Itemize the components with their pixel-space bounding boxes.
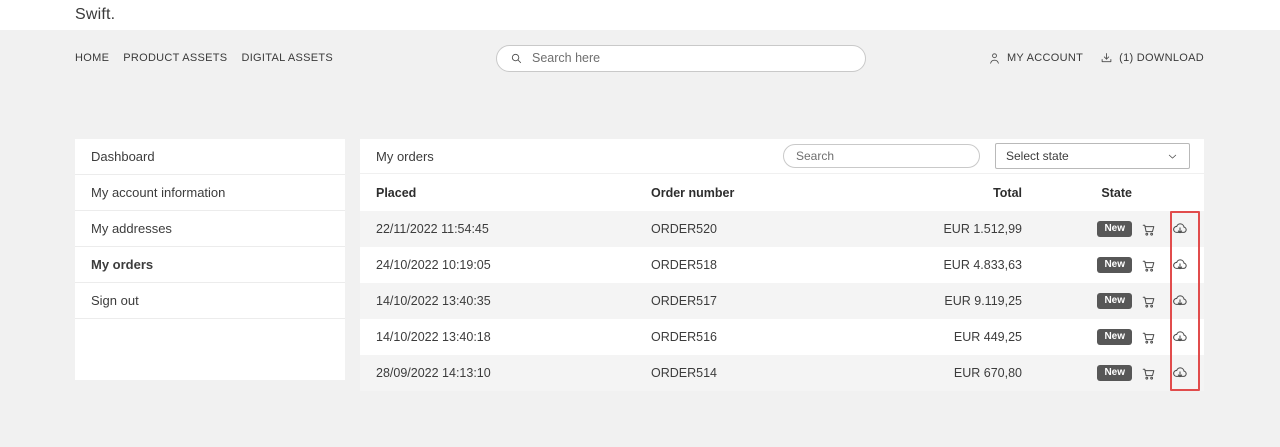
nav-search-area [375, 45, 987, 72]
nav-item-digital-assets[interactable]: DIGITAL ASSETS [241, 52, 333, 64]
order-total-cell: EUR 670,80 [910, 366, 1022, 380]
sidebar-item-label: My addresses [91, 221, 172, 236]
cloud-download-button[interactable] [1164, 220, 1196, 238]
column-header-order-number: Order number [651, 186, 910, 200]
order-number-cell: ORDER514 [651, 366, 910, 380]
content-area: Dashboard My account information My addr… [75, 139, 1280, 391]
orders-panel: My orders Select state Placed Order numb… [360, 139, 1204, 391]
orders-search-input[interactable] [796, 149, 967, 163]
order-placed-cell: 22/11/2022 11:54:45 [376, 222, 651, 236]
top-strip: Swift. [0, 0, 1280, 30]
cloud-download-button[interactable] [1164, 328, 1196, 346]
user-icon [987, 51, 1002, 66]
order-table-row: 28/09/2022 14:13:10 ORDER514 EUR 670,80 … [360, 355, 1204, 391]
reorder-cart-button[interactable] [1132, 293, 1164, 310]
order-total-cell: EUR 9.119,25 [910, 294, 1022, 308]
reorder-cart-button[interactable] [1132, 257, 1164, 274]
status-badge: New [1097, 365, 1132, 381]
cloud-download-button[interactable] [1164, 256, 1196, 274]
column-header-total: Total [910, 186, 1022, 200]
sidebar-item-label: My orders [91, 257, 153, 272]
reorder-cart-button[interactable] [1132, 329, 1164, 346]
global-search[interactable] [496, 45, 866, 72]
global-search-input[interactable] [532, 51, 853, 65]
sidebar-item-my-addresses[interactable]: My addresses [75, 211, 345, 247]
account-sidebar: Dashboard My account information My addr… [75, 139, 345, 380]
download-basket-button[interactable]: (1) DOWNLOAD [1099, 51, 1204, 66]
order-table-row: 14/10/2022 13:40:35 ORDER517 EUR 9.119,2… [360, 283, 1204, 319]
order-placed-cell: 24/10/2022 10:19:05 [376, 258, 651, 272]
status-badge: New [1097, 329, 1132, 345]
orders-table-header: Placed Order number Total State [360, 174, 1204, 211]
main-nav: HOME PRODUCT ASSETS DIGITAL ASSETS [75, 52, 375, 64]
cloud-download-button[interactable] [1164, 292, 1196, 310]
sidebar-item-my-account-information[interactable]: My account information [75, 175, 345, 211]
order-number-cell: ORDER517 [651, 294, 910, 308]
sidebar-item-dashboard[interactable]: Dashboard [75, 139, 345, 175]
order-number-cell: ORDER520 [651, 222, 910, 236]
download-count-label: (1) DOWNLOAD [1119, 52, 1204, 64]
brand-logo[interactable]: Swift. [75, 6, 115, 24]
sidebar-item-sign-out[interactable]: Sign out [75, 283, 345, 319]
order-state-cell: New [1022, 365, 1132, 381]
nav-item-home[interactable]: HOME [75, 52, 109, 64]
order-state-cell: New [1022, 329, 1132, 345]
order-table-row: 24/10/2022 10:19:05 ORDER518 EUR 4.833,6… [360, 247, 1204, 283]
order-state-cell: New [1022, 257, 1132, 273]
order-placed-cell: 14/10/2022 13:40:35 [376, 294, 651, 308]
my-account-label: MY ACCOUNT [1007, 52, 1083, 64]
navbar: HOME PRODUCT ASSETS DIGITAL ASSETS MY AC… [0, 30, 1280, 86]
cloud-download-button[interactable] [1164, 364, 1196, 382]
order-state-cell: New [1022, 293, 1132, 309]
order-state-cell: New [1022, 221, 1132, 237]
orders-table-body: 22/11/2022 11:54:45 ORDER520 EUR 1.512,9… [360, 211, 1204, 391]
column-header-state: State [1022, 186, 1132, 200]
download-icon [1099, 51, 1114, 66]
nav-actions: MY ACCOUNT (1) DOWNLOAD [987, 51, 1204, 66]
my-account-button[interactable]: MY ACCOUNT [987, 51, 1083, 66]
orders-panel-header: My orders Select state [360, 139, 1204, 174]
order-placed-cell: 14/10/2022 13:40:18 [376, 330, 651, 344]
status-badge: New [1097, 293, 1132, 309]
sidebar-item-label: Dashboard [91, 149, 155, 164]
orders-search[interactable] [783, 144, 980, 168]
state-filter-value: Select state [1006, 149, 1069, 163]
order-total-cell: EUR 4.833,63 [910, 258, 1022, 272]
reorder-cart-button[interactable] [1132, 365, 1164, 382]
nav-item-product-assets[interactable]: PRODUCT ASSETS [123, 52, 227, 64]
orders-title: My orders [376, 149, 434, 164]
chevron-down-icon [1166, 150, 1179, 163]
order-number-cell: ORDER516 [651, 330, 910, 344]
sidebar-item-label: My account information [91, 185, 225, 200]
sidebar-item-my-orders[interactable]: My orders [75, 247, 345, 283]
search-icon [509, 51, 524, 66]
status-badge: New [1097, 257, 1132, 273]
state-filter-select[interactable]: Select state [995, 143, 1190, 169]
order-number-cell: ORDER518 [651, 258, 910, 272]
sidebar-item-label: Sign out [91, 293, 139, 308]
order-table-row: 22/11/2022 11:54:45 ORDER520 EUR 1.512,9… [360, 211, 1204, 247]
column-header-placed: Placed [376, 186, 651, 200]
order-total-cell: EUR 1.512,99 [910, 222, 1022, 236]
reorder-cart-button[interactable] [1132, 221, 1164, 238]
order-placed-cell: 28/09/2022 14:13:10 [376, 366, 651, 380]
order-table-row: 14/10/2022 13:40:18 ORDER516 EUR 449,25 … [360, 319, 1204, 355]
order-total-cell: EUR 449,25 [910, 330, 1022, 344]
status-badge: New [1097, 221, 1132, 237]
